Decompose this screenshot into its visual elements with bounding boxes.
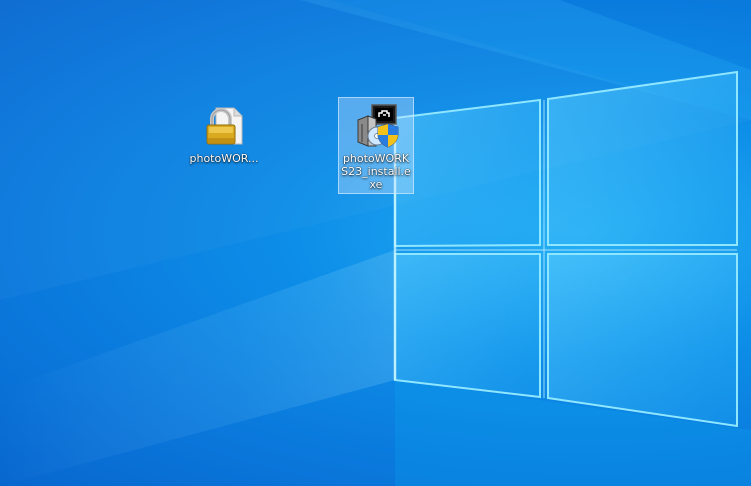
desktop-icon-installer-exe[interactable]: photoWORKS23_install.exe bbox=[338, 97, 414, 194]
desktop-icon-locked-file[interactable]: photoWOR... bbox=[186, 97, 262, 168]
logo-pane-top-right bbox=[547, 70, 738, 246]
logo-pane-bottom-right bbox=[547, 253, 738, 428]
desktop-icon-label: photoWOR... bbox=[189, 152, 259, 165]
desktop-icon-label: photoWORKS23_install.exe bbox=[341, 152, 411, 191]
locked-file-icon bbox=[206, 107, 243, 145]
installer-shield-icon bbox=[357, 104, 399, 148]
desktop[interactable]: photoWOR... photoWORKS23_install.exe bbox=[0, 0, 751, 486]
logo-pane-bottom-left bbox=[394, 253, 541, 399]
logo-pane-top-left bbox=[394, 98, 541, 248]
windows-logo-wallpaper bbox=[0, 0, 751, 486]
